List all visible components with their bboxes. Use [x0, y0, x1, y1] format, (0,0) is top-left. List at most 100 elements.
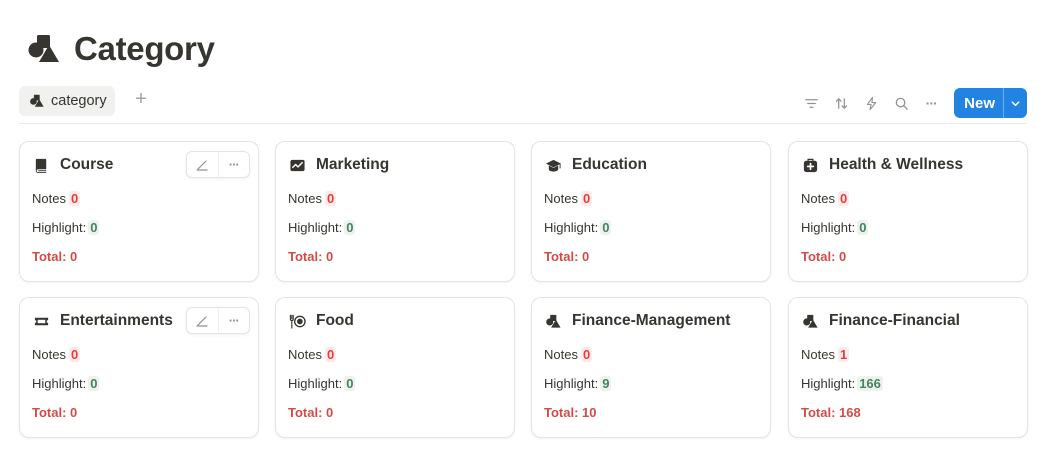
new-button[interactable]: New: [954, 88, 1003, 118]
category-card[interactable]: Marketing Notes 0 Highlight: 0 Total: 0: [275, 141, 515, 282]
card-title: Health & Wellness: [829, 156, 964, 173]
card-title: Finance-Management: [572, 312, 731, 329]
edit-icon: [196, 159, 208, 171]
edit-button[interactable]: [187, 308, 218, 333]
total-label: Total:: [544, 249, 579, 264]
graduation-cap-icon: [544, 156, 562, 174]
total-value: 0: [326, 249, 334, 264]
highlight-row: Highlight: 0: [32, 376, 100, 391]
total-label: Total:: [288, 249, 323, 264]
card-header: Finance-Financial: [801, 312, 960, 330]
total-row: Total: 0: [544, 249, 589, 264]
card-title: Food: [316, 312, 354, 329]
notes-count: 0: [68, 191, 81, 206]
first-aid-kit-icon: [801, 156, 819, 174]
card-title: Education: [572, 156, 647, 173]
category-card[interactable]: Finance-Financial Notes 1 Highlight: 166 Tota…: [788, 297, 1028, 438]
card-header: Food: [288, 312, 354, 330]
notes-count: 0: [580, 347, 593, 362]
category-card[interactable]: Course Notes 0 Highlight: 0 Total: 0 ···: [19, 141, 259, 282]
add-view-button[interactable]: +: [131, 89, 151, 110]
card-title: Entertainments: [60, 312, 173, 329]
more-options-button[interactable]: ···: [918, 90, 944, 116]
notes-label: Notes: [544, 191, 578, 206]
highlight-label: Highlight:: [288, 376, 343, 391]
highlight-label: Highlight:: [801, 376, 856, 391]
page-header: Category: [26, 30, 215, 68]
shapes-icon[interactable]: [26, 31, 62, 67]
book-icon: [32, 156, 50, 174]
card-header: Finance-Management: [544, 312, 730, 330]
highlight-row: Highlight: 0: [32, 220, 100, 235]
highlight-count: 166: [857, 376, 883, 391]
new-button-group: New: [954, 88, 1027, 118]
total-row: Total: 0: [801, 249, 846, 264]
total-value: 0: [70, 249, 78, 264]
chevron-down-icon: [1011, 100, 1020, 106]
card-header: Health & Wellness: [801, 156, 963, 174]
notes-count: 0: [837, 191, 850, 206]
notes-count: 0: [580, 191, 593, 206]
card-header: Course: [32, 156, 113, 174]
highlight-count: 9: [600, 376, 612, 391]
highlight-row: Highlight: 0: [544, 220, 612, 235]
notes-label: Notes: [801, 347, 835, 362]
total-row: Total: 0: [32, 405, 77, 420]
sort-icon: [835, 97, 847, 109]
highlight-row: Highlight: 0: [801, 220, 869, 235]
edit-button[interactable]: [187, 152, 218, 177]
highlight-count: 0: [88, 376, 100, 391]
highlight-label: Highlight:: [801, 220, 856, 235]
card-more-button[interactable]: ···: [217, 152, 250, 177]
total-row: Total: 0: [288, 249, 333, 264]
shapes-icon: [30, 94, 44, 107]
card-header: Education: [544, 156, 647, 174]
category-card[interactable]: Entertainments Notes 0 Highlight: 0 Total: 0 ·…: [19, 297, 259, 438]
notes-label: Notes: [544, 347, 578, 362]
category-card[interactable]: Health & Wellness Notes 0 Highlight: 0 Total:…: [788, 141, 1028, 282]
highlight-count: 0: [857, 220, 869, 235]
highlight-label: Highlight:: [288, 220, 343, 235]
highlight-label: Highlight:: [544, 376, 599, 391]
card-header: Marketing: [288, 156, 389, 174]
sort-button[interactable]: [828, 90, 854, 116]
notes-row: Notes 0: [801, 191, 850, 206]
notes-label: Notes: [288, 347, 322, 362]
notes-label: Notes: [801, 191, 835, 206]
new-dropdown-button[interactable]: [1003, 88, 1027, 118]
category-card[interactable]: Finance-Management Notes 0 Highlight: 9 Total…: [531, 297, 771, 438]
notes-count: 0: [324, 347, 337, 362]
search-icon: [895, 97, 908, 110]
more-icon: ···: [228, 157, 240, 172]
total-label: Total:: [32, 405, 67, 420]
notes-row: Notes 0: [32, 191, 81, 206]
total-row: Total: 168: [801, 405, 861, 420]
category-card[interactable]: Education Notes 0 Highlight: 0 Total: 0: [531, 141, 771, 282]
notes-label: Notes: [32, 191, 66, 206]
edit-icon: [196, 315, 208, 327]
view-bar: category + ··· New: [19, 86, 1027, 124]
shapes-icon: [801, 312, 819, 330]
toolbar: ··· New: [794, 88, 1027, 118]
card-hover-actions: ···: [186, 151, 250, 178]
highlight-row: Highlight: 166: [801, 376, 883, 391]
total-row: Total: 0: [32, 249, 77, 264]
automation-button[interactable]: [858, 90, 884, 116]
category-card[interactable]: Food Notes 0 Highlight: 0 Total: 0: [275, 297, 515, 438]
highlight-label: Highlight:: [32, 376, 87, 391]
total-label: Total:: [288, 405, 323, 420]
automation-icon: [866, 96, 876, 110]
notes-row: Notes 0: [288, 347, 337, 362]
notes-row: Notes 1: [801, 347, 850, 362]
search-button[interactable]: [888, 90, 914, 116]
total-value: 0: [839, 249, 847, 264]
highlight-count: 0: [344, 376, 356, 391]
total-value: 168: [839, 405, 861, 420]
card-more-button[interactable]: ···: [217, 308, 250, 333]
view-tab-category[interactable]: category: [19, 86, 115, 116]
filter-button[interactable]: [798, 90, 824, 116]
card-header: Entertainments: [32, 312, 173, 330]
total-row: Total: 10: [544, 405, 597, 420]
highlight-count: 0: [88, 220, 100, 235]
total-label: Total:: [801, 405, 836, 420]
